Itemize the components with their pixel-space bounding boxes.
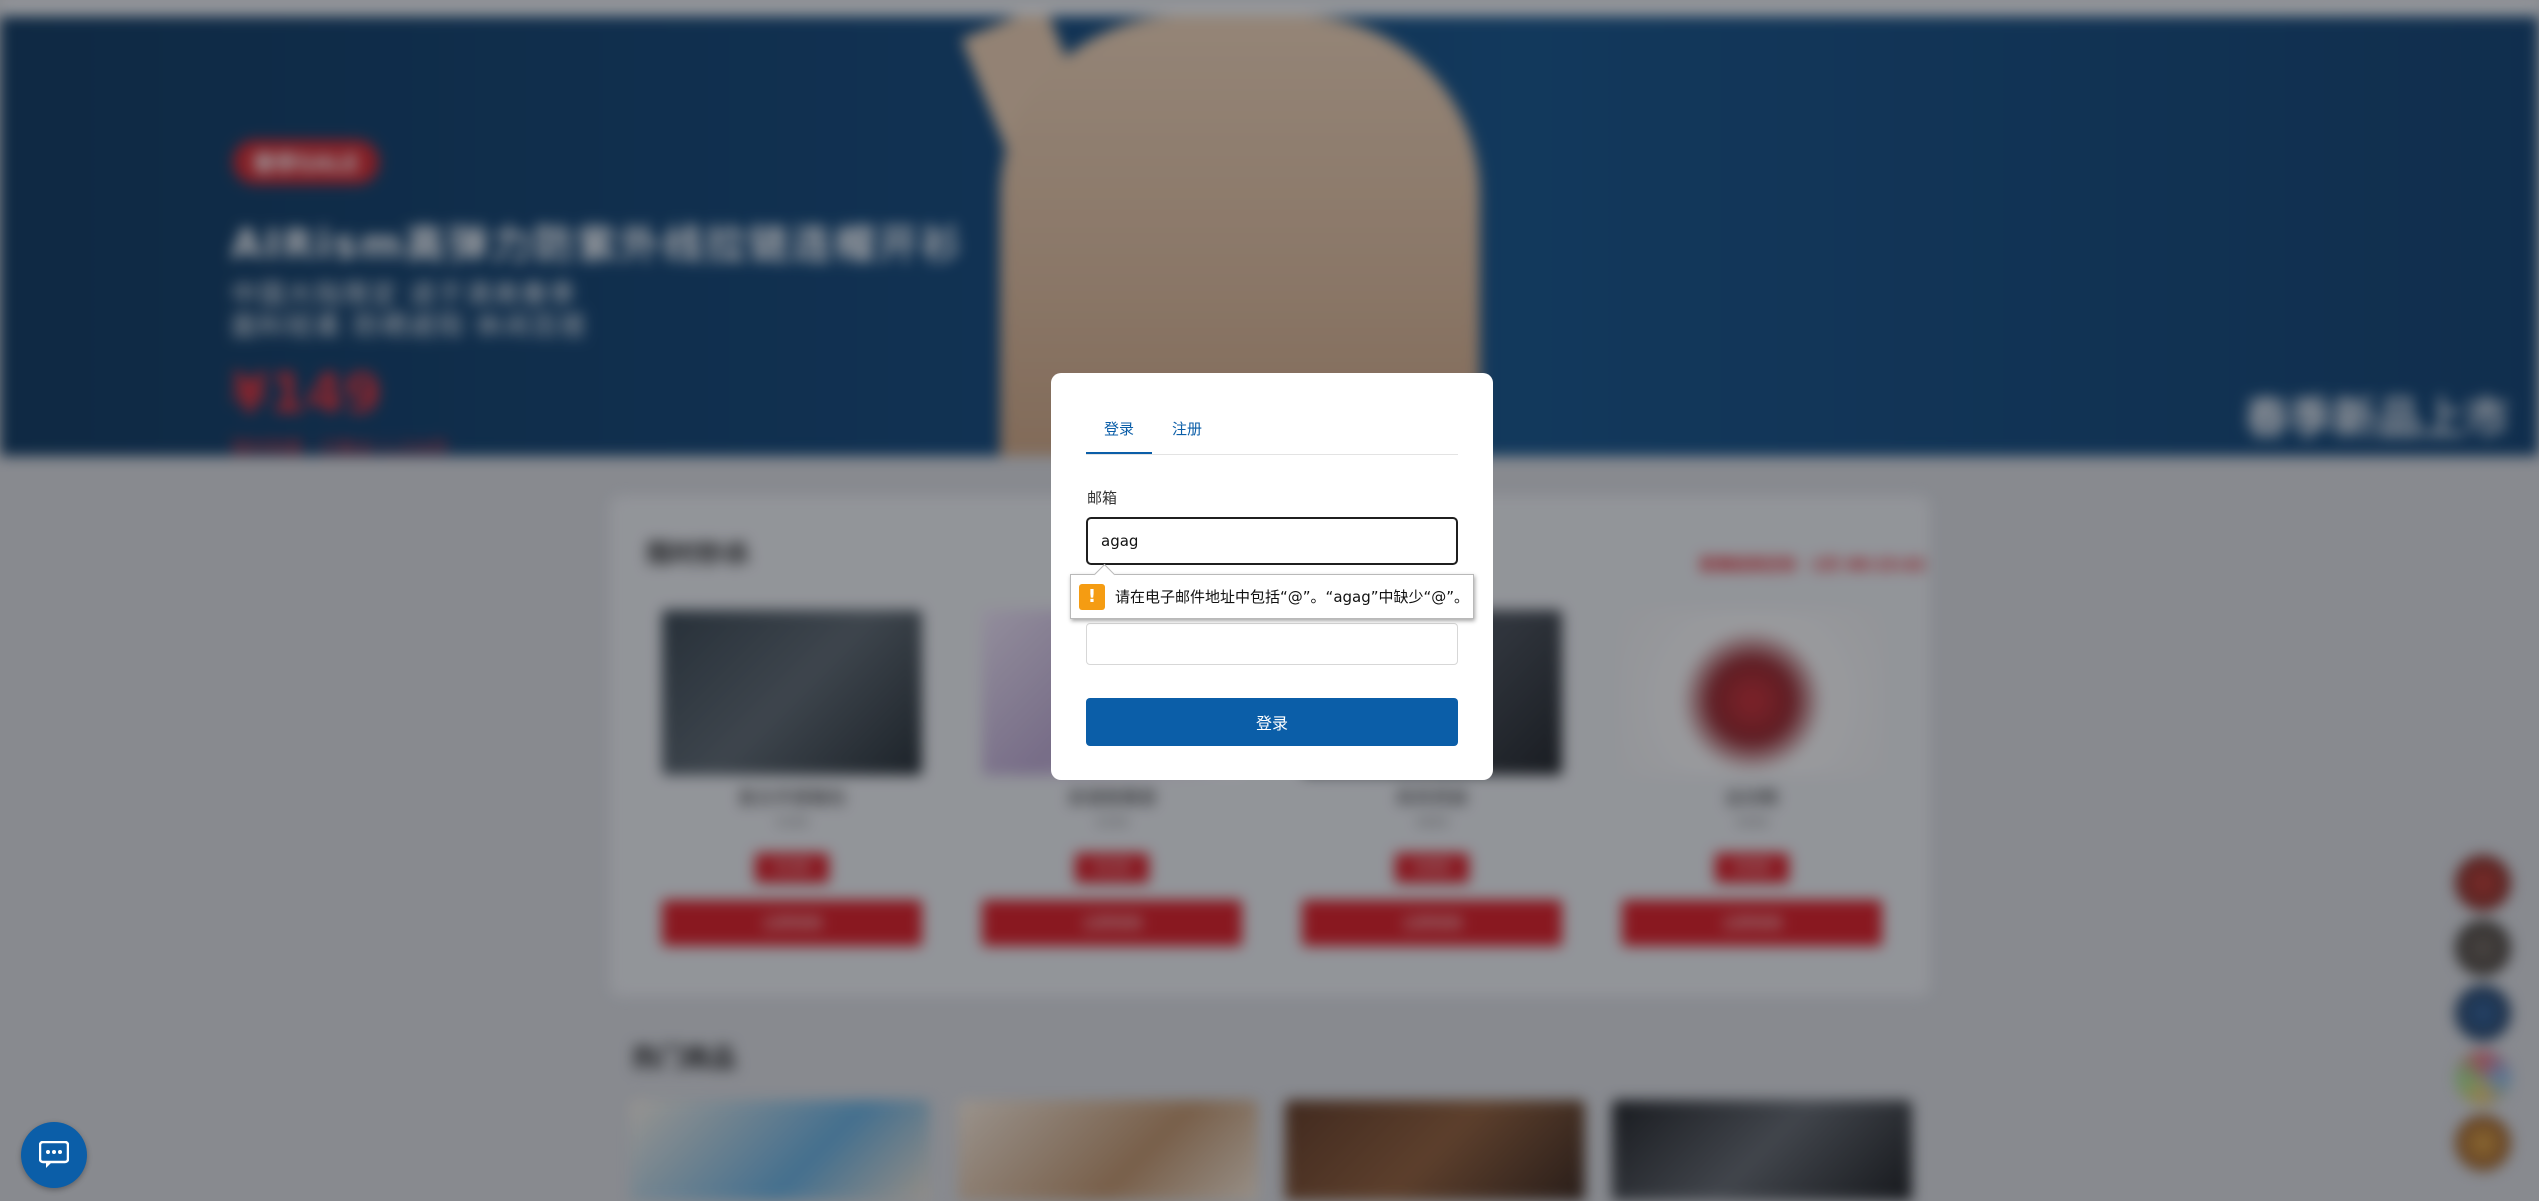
- validation-message: 请在电子邮件地址中包括“@”。“agag”中缺少“@”。: [1115, 588, 1470, 606]
- warning-icon: !: [1079, 583, 1105, 610]
- password-input[interactable]: [1086, 623, 1458, 665]
- tab-register[interactable]: 注册: [1154, 414, 1220, 454]
- login-button[interactable]: 登录: [1086, 698, 1458, 746]
- chat-button[interactable]: [21, 1122, 87, 1188]
- tab-login[interactable]: 登录: [1086, 414, 1153, 454]
- chat-bubble-icon: [39, 1141, 69, 1168]
- email-input[interactable]: [1086, 517, 1458, 565]
- validation-tooltip: ! 请在电子邮件地址中包括“@”。“agag”中缺少“@”。: [1070, 574, 1474, 619]
- auth-tabs: 登录 注册: [1086, 414, 1458, 455]
- email-label: 邮箱: [1087, 489, 1118, 507]
